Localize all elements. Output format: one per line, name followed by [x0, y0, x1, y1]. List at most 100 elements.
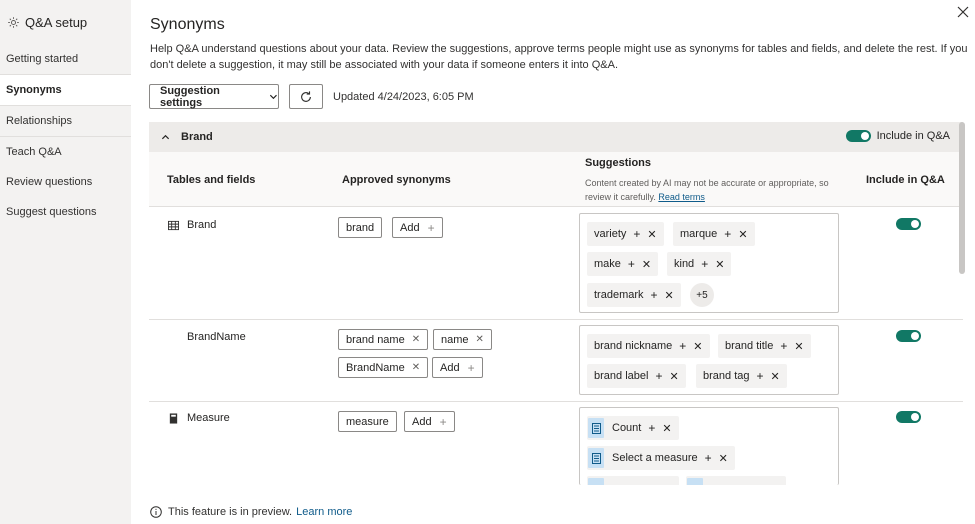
suggestion-label: brand title: [725, 340, 774, 352]
approved-synonym-chip[interactable]: brand: [338, 217, 383, 238]
close-icon[interactable]: ✕: [412, 334, 420, 345]
close-icon[interactable]: ✕: [738, 228, 747, 241]
field-name: BrandName: [187, 331, 246, 343]
approve-icon[interactable]: +: [679, 339, 686, 353]
main-panel: Synonyms Help Q&A understand questions a…: [131, 0, 975, 524]
column-header-suggestions: Suggestions: [585, 157, 652, 169]
suggestion-chip: brand nickname + ✕: [587, 334, 710, 358]
close-icon[interactable]: ✕: [715, 258, 724, 271]
measure-icon: [588, 478, 604, 485]
scrollbar[interactable]: [959, 122, 965, 274]
include-toggle[interactable]: [896, 330, 921, 342]
include-toggle[interactable]: [896, 218, 921, 230]
include-toggle[interactable]: [896, 411, 921, 423]
column-header-approved: Approved synonyms: [342, 174, 451, 186]
sidebar-title: Q&A setup: [25, 14, 88, 30]
suggestion-chip: variety + ✕: [587, 222, 664, 246]
approved-synonym-chip[interactable]: BrandName ✕: [338, 357, 429, 378]
sidebar-item-review-questions[interactable]: Review questions: [0, 167, 131, 197]
suggestions-box: brand nickname + ✕ brand title + ✕ brand lab…: [579, 325, 839, 395]
sidebar-item-synonyms[interactable]: Synonyms: [0, 75, 131, 105]
sidebar-item-getting-started[interactable]: Getting started: [0, 44, 131, 74]
field-row-brandname: BrandName: [187, 331, 246, 343]
plus-icon: +: [439, 414, 447, 429]
field-row-measure: Measure: [168, 412, 230, 424]
approve-icon[interactable]: +: [701, 257, 708, 271]
sidebar-item-relationships[interactable]: Relationships: [0, 106, 131, 136]
close-icon[interactable]: ✕: [794, 340, 803, 353]
suggestion-chip: Select a measure + ✕: [587, 446, 735, 470]
add-label: Add: [412, 415, 432, 428]
approve-icon[interactable]: +: [648, 421, 655, 435]
approve-icon[interactable]: +: [628, 257, 635, 271]
updated-timestamp: Updated 4/24/2023, 6:05 PM: [333, 91, 474, 103]
sidebar-item-teach-qa[interactable]: Teach Q&A: [0, 137, 131, 167]
suggestion-label: Count: [612, 422, 642, 434]
page-description: Help Q&A understand questions about your…: [150, 43, 968, 71]
suggestion-settings-button[interactable]: Suggestion settings: [149, 84, 279, 109]
info-icon: [150, 506, 162, 518]
suggestion-label: kind: [674, 258, 695, 270]
add-label: Add: [440, 361, 460, 374]
approved-synonym-chip[interactable]: name ✕: [433, 329, 492, 350]
ai-disclaimer-text: Content created by AI may not be accurat…: [585, 178, 829, 202]
close-icon[interactable]: ✕: [719, 452, 728, 465]
field-name: Brand: [187, 219, 217, 231]
close-icon[interactable]: ✕: [476, 334, 484, 345]
close-icon[interactable]: ✕: [665, 289, 674, 302]
row-divider: [149, 401, 963, 402]
suggestion-chip: trademark + ✕: [587, 283, 681, 307]
close-icon[interactable]: ✕: [662, 422, 671, 435]
table-icon: [168, 220, 179, 230]
close-icon[interactable]: ✕: [771, 370, 780, 383]
close-icon[interactable]: ✕: [669, 370, 678, 383]
add-synonym-button[interactable]: Add +: [392, 217, 443, 238]
column-header-include: Include in Q&A: [866, 174, 945, 186]
suggestion-settings-label: Suggestion settings: [160, 84, 220, 109]
chevron-up-icon[interactable]: [161, 133, 170, 142]
approve-icon[interactable]: +: [705, 451, 712, 465]
learn-more-link[interactable]: Learn more: [296, 506, 352, 518]
row-divider: [149, 319, 963, 320]
refresh-button[interactable]: [289, 84, 323, 109]
approve-icon[interactable]: +: [651, 288, 658, 302]
add-synonym-button[interactable]: Add +: [432, 357, 483, 378]
suggestions-box: variety + ✕ marque + ✕ make + ✕ kind + ✕ tradema…: [579, 213, 839, 313]
read-terms-link[interactable]: Read terms: [658, 192, 705, 202]
approve-icon[interactable]: +: [633, 227, 640, 241]
approved-synonym-chip[interactable]: measure: [338, 411, 397, 432]
synonym-label: BrandName: [346, 361, 405, 374]
suggestion-label: brand tag: [703, 370, 750, 382]
sidebar-item-suggest-questions[interactable]: Suggest questions: [0, 197, 131, 227]
synonym-label: measure: [346, 415, 389, 428]
suggestion-chip: brand label + ✕: [587, 364, 686, 388]
approve-icon[interactable]: +: [655, 369, 662, 383]
approved-synonym-chip[interactable]: brand name ✕: [338, 329, 429, 350]
calculator-icon: [169, 412, 178, 424]
section-include-toggle[interactable]: [845, 130, 871, 142]
suggestion-chip: kind + ✕: [667, 252, 732, 276]
close-icon[interactable]: ✕: [647, 228, 656, 241]
suggestion-label: brand label: [594, 370, 649, 382]
sidebar-header: Q&A setup: [0, 0, 131, 44]
suggestion-label: marque: [680, 228, 718, 240]
close-icon[interactable]: [955, 4, 971, 20]
add-synonym-button[interactable]: Add +: [404, 411, 455, 432]
close-icon[interactable]: ✕: [412, 362, 420, 373]
approve-icon[interactable]: +: [780, 339, 787, 353]
ai-disclaimer: Content created by AI may not be accurat…: [585, 176, 845, 204]
suggestion-chip: brand title + ✕: [718, 334, 811, 358]
close-icon[interactable]: ✕: [693, 340, 702, 353]
suggestion-chip: marque + ✕: [673, 222, 755, 246]
brand-section-header[interactable]: Brand Include in Q&A: [149, 122, 963, 152]
gear-icon: [8, 16, 19, 28]
approve-icon[interactable]: +: [756, 369, 763, 383]
close-icon[interactable]: ✕: [642, 258, 651, 271]
approve-icon[interactable]: +: [724, 227, 731, 241]
suggestion-label: Select a measure: [612, 452, 698, 464]
measure-icon: [687, 478, 703, 485]
suggestion-chip: [587, 476, 679, 485]
suggestion-chip: brand tag + ✕: [696, 364, 787, 388]
more-suggestions-badge[interactable]: +5: [690, 283, 714, 307]
preview-text: This feature is in preview.: [168, 506, 293, 518]
